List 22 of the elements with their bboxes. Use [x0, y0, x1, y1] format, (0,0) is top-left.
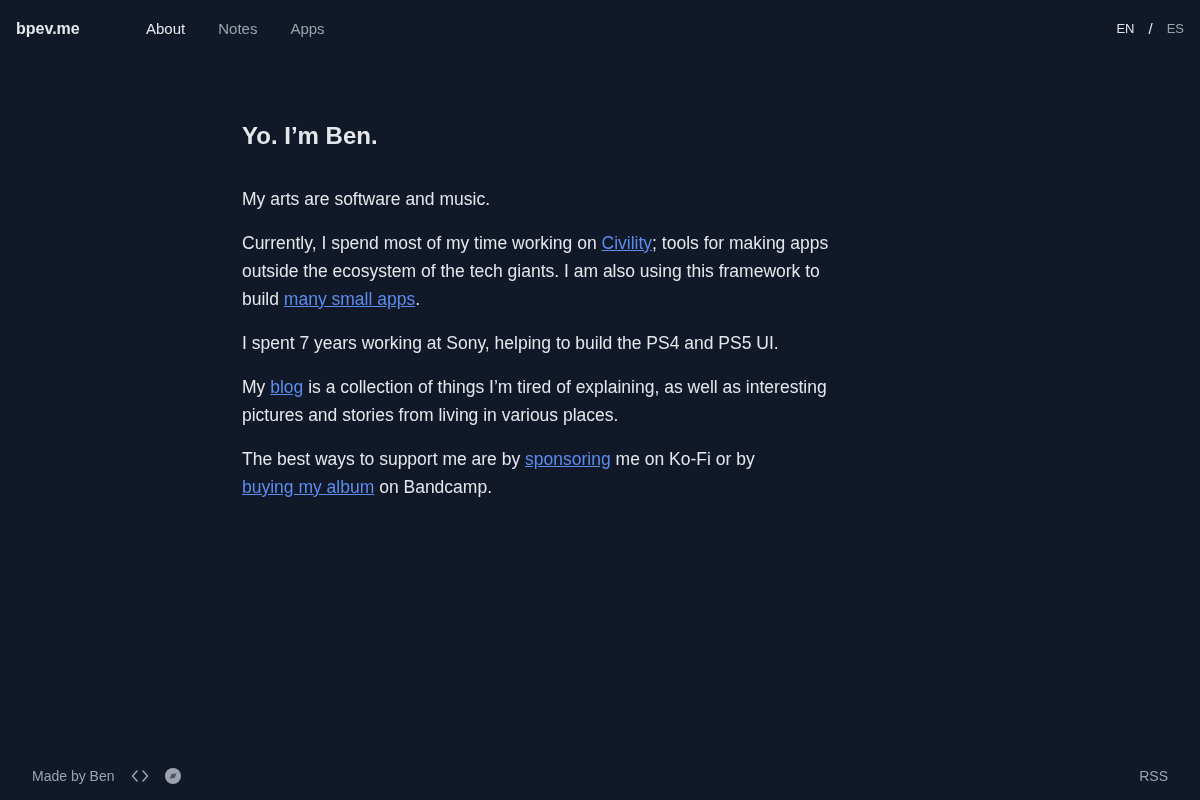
paragraph: Currently, I spend most of my time working on Civility; tools for making apps outside the ecosystem of the tech giants. I am also using this framework to build many small apps.	[242, 231, 830, 311]
paragraph: My blog is a collection of things I’m tired of explaining, as well as interesting pictures and stories from living in various places.	[242, 375, 828, 427]
nav-link[interactable]: Apps	[290, 17, 325, 41]
text-link[interactable]: Civility	[601, 232, 653, 253]
language-separator: /	[1148, 18, 1153, 39]
compass-icon[interactable]	[164, 768, 181, 784]
code-icon[interactable]	[130, 770, 149, 782]
credit-text: Made by Ben	[32, 766, 115, 786]
paragraph: My arts are software and music.	[242, 187, 491, 211]
paragraph: The best ways to support me are by sponsoring me on Ko-Fi or by buying my album on Bandcamp.	[242, 447, 756, 499]
rss-link[interactable]: RSS	[1139, 765, 1168, 787]
language-link[interactable]: ES	[1166, 19, 1184, 39]
paragraph: I spent 7 years working at Sony, helping to build the PS4 and PS5 UI.	[242, 331, 780, 355]
nav-link[interactable]: Notes	[218, 17, 258, 41]
language-link[interactable]: EN	[1116, 19, 1135, 39]
text-link[interactable]: buying my album	[242, 476, 375, 497]
nav-link[interactable]: About	[146, 17, 186, 41]
site-name[interactable]: bpev.me	[16, 17, 146, 41]
text-link[interactable]: many small apps	[283, 288, 416, 309]
text-link[interactable]: sponsoring	[525, 448, 611, 469]
text-link[interactable]: blog	[270, 376, 304, 397]
page-heading: Yo. I’m Ben.	[242, 122, 379, 151]
